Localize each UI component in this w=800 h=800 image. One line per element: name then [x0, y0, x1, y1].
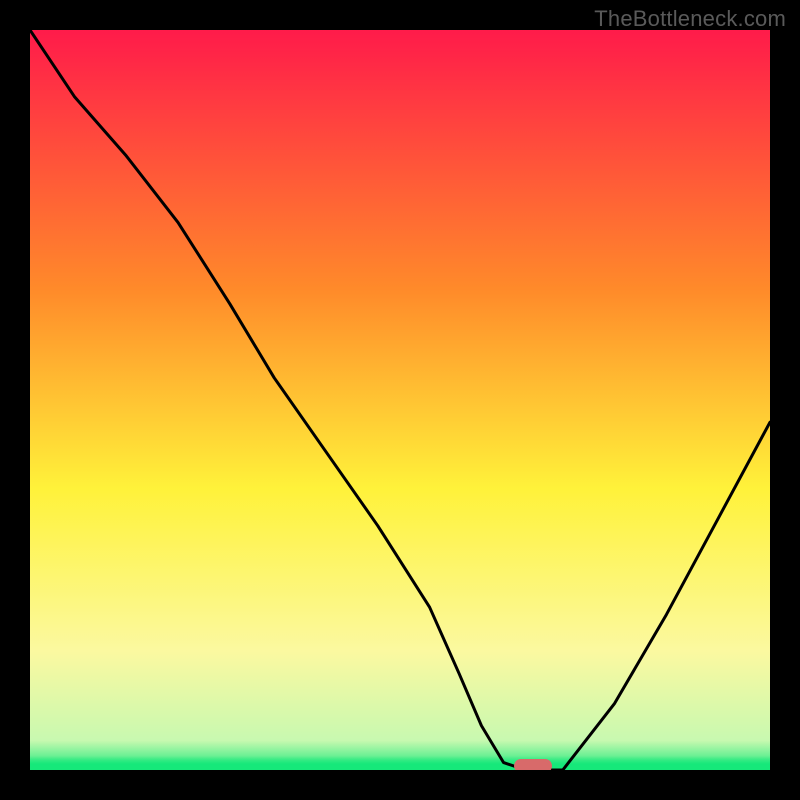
chart-outer: TheBottleneck.com — [0, 0, 800, 800]
bottleneck-curve-path — [30, 30, 770, 770]
optimum-marker — [514, 759, 552, 770]
plot-area — [30, 30, 770, 770]
watermark-text: TheBottleneck.com — [594, 6, 786, 32]
curve-layer — [30, 30, 770, 770]
